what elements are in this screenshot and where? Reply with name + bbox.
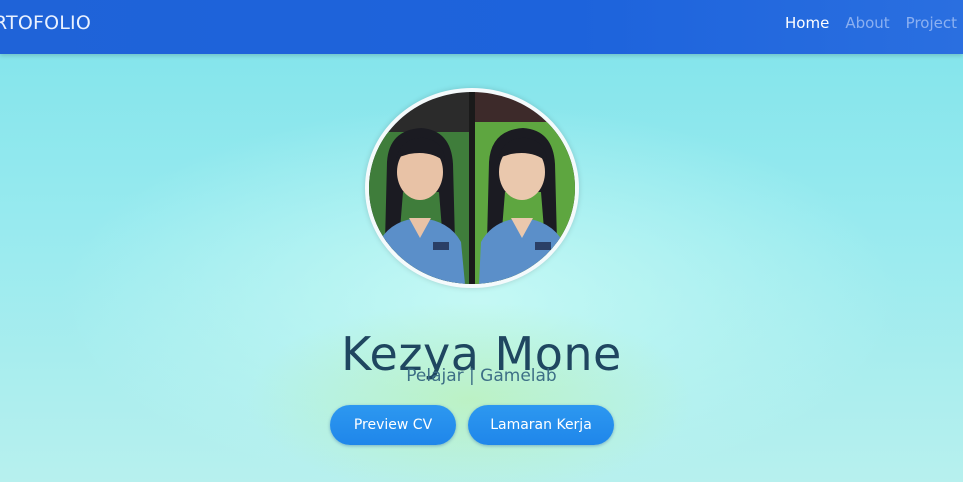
nav-link-home[interactable]: Home xyxy=(785,14,829,32)
profile-photo-image xyxy=(369,92,575,284)
nav-links: Home About Project xyxy=(785,14,957,32)
nav-link-project[interactable]: Project xyxy=(906,14,957,32)
profile-photo-frame xyxy=(365,88,579,288)
preview-cv-button[interactable]: Preview CV xyxy=(330,405,456,445)
nav-link-about[interactable]: About xyxy=(845,14,889,32)
profile-photo xyxy=(369,92,575,284)
brand-logo[interactable]: RTOFOLIO xyxy=(0,12,91,34)
portfolio-page: RTOFOLIO Home About Project Kezya Mone P… xyxy=(0,0,963,482)
profile-subtitle: Pelajar | Gamelab xyxy=(406,366,557,386)
lamaran-kerja-button[interactable]: Lamaran Kerja xyxy=(468,405,614,445)
navbar: RTOFOLIO Home About Project xyxy=(0,0,963,54)
